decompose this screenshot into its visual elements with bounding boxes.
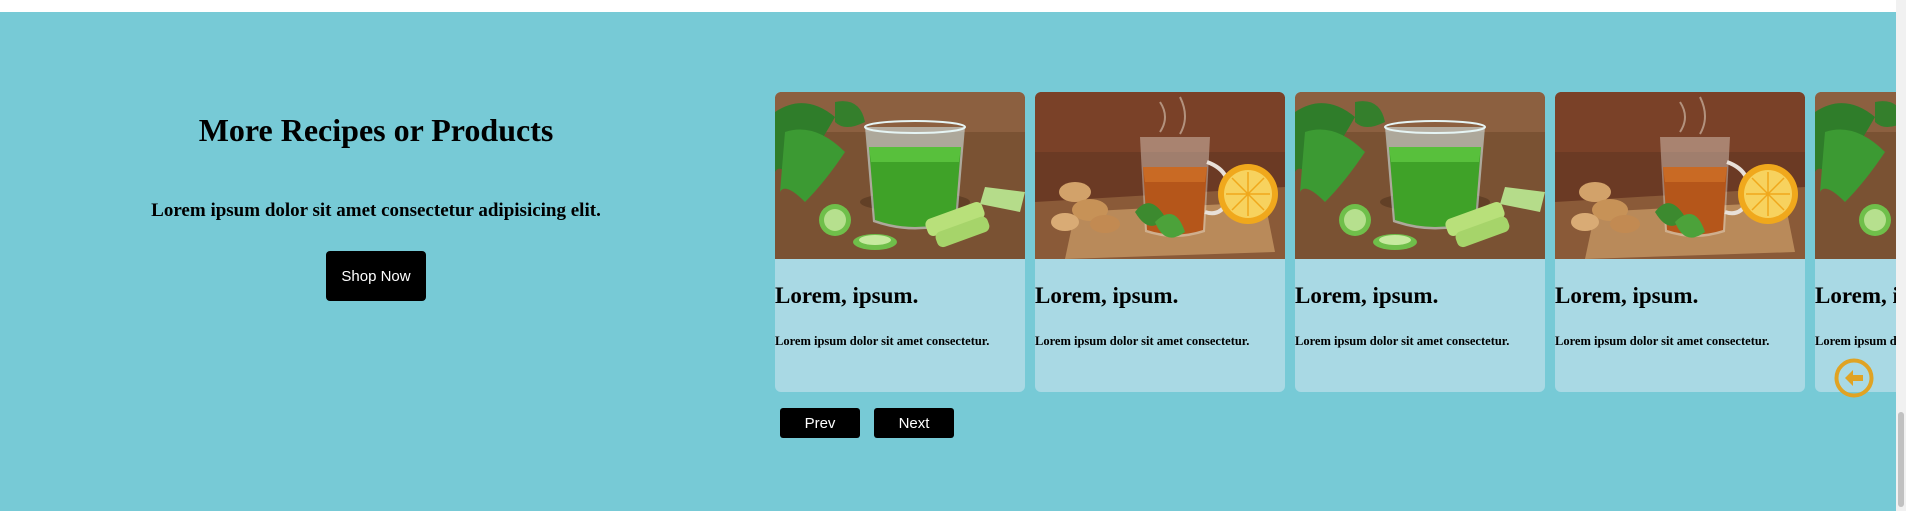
card-text: Lorem ipsum dolor sit amet consectetur.	[775, 334, 990, 348]
ginger-tea-image	[1035, 92, 1285, 259]
card-title: Lorem, ipsum.	[1815, 283, 1896, 308]
card-text: Lorem ipsum dolor sit amet consectetur.	[1295, 334, 1510, 348]
next-button[interactable]: Next	[874, 408, 954, 438]
shop-now-button[interactable]: Shop Now	[326, 251, 426, 301]
product-card[interactable]: Lorem, ipsum. Lorem ipsum dolor sit amet…	[1555, 92, 1805, 392]
green-smoothie-image	[775, 92, 1025, 259]
card-title: Lorem, ipsum.	[775, 283, 919, 308]
card-title: Lorem, ipsum.	[1555, 283, 1699, 308]
section-subtitle: Lorem ipsum dolor sit amet consectetur a…	[151, 200, 601, 221]
green-smoothie-image	[1815, 92, 1896, 259]
green-smoothie-image	[1295, 92, 1545, 259]
product-card[interactable]: Lorem, ipsum. Lorem ipsum dolor sit amet…	[1035, 92, 1285, 392]
product-card[interactable]: Lorem, ipsum. Lorem ipsum dolor sit amet…	[775, 92, 1025, 392]
arrow-left-circle-icon[interactable]	[1834, 358, 1874, 398]
card-title: Lorem, ipsum.	[1295, 283, 1439, 308]
product-carousel: Lorem, ipsum. Lorem ipsum dolor sit amet…	[775, 92, 1896, 404]
section-title: More Recipes or Products	[198, 112, 554, 148]
intro-block: More Recipes or Products Lorem ipsum dol…	[0, 12, 752, 511]
product-card[interactable]: Lorem, ipsum. Lorem ipsum dolor sit amet…	[1815, 92, 1896, 392]
carousel-track: Lorem, ipsum. Lorem ipsum dolor sit amet…	[775, 92, 1896, 392]
scrollbar-thumb[interactable]	[1898, 412, 1904, 507]
product-card[interactable]: Lorem, ipsum. Lorem ipsum dolor sit amet…	[1295, 92, 1545, 392]
card-title: Lorem, ipsum.	[1035, 283, 1179, 308]
card-text: Lorem ipsum dolor sit amet consectetur.	[1035, 334, 1250, 348]
prev-button[interactable]: Prev	[780, 408, 860, 438]
page-scrollbar[interactable]	[1896, 0, 1906, 511]
card-text: Lorem ipsum dolor sit amet consectetur.	[1555, 334, 1770, 348]
ginger-tea-image	[1555, 92, 1805, 259]
recipes-section: More Recipes or Products Lorem ipsum dol…	[0, 12, 1906, 511]
card-text: Lorem ipsum dolor sit amet consectetur.	[1815, 334, 1896, 348]
